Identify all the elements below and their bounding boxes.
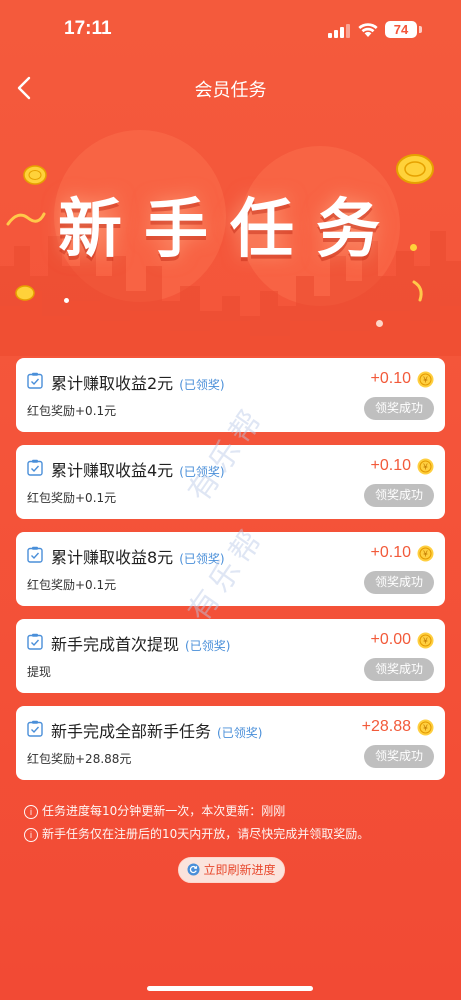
task-card: 新手完成全部新手任务 (已领奖) +28.88 ¥ 红包奖励+28.88元 领奖成… [16, 706, 445, 780]
svg-text:¥: ¥ [422, 463, 428, 472]
clipboard-check-icon [27, 633, 43, 650]
coin-icon: ¥ [417, 545, 434, 562]
info-note: i 新手任务仅在注册后的10天内开放，请尽快完成并领取奖励。 [24, 825, 369, 842]
claim-reward-button[interactable]: 领奖成功 [364, 484, 434, 507]
task-card: 新手完成首次提现 (已领奖) +0.00 ¥ 提现 领奖成功 [16, 619, 445, 693]
coin-icon: ¥ [417, 719, 434, 736]
task-title-text: 新手完成首次提现 [51, 635, 180, 654]
task-reward: +28.88 [361, 718, 411, 735]
coin-decoration-small-icon [15, 285, 35, 301]
banner-title: 新手任务 [58, 193, 402, 267]
task-status: (已领奖) [185, 639, 231, 653]
clipboard-check-icon [27, 459, 43, 476]
task-status: (已领奖) [217, 726, 263, 740]
task-description: 红包奖励+0.1元 [27, 404, 117, 418]
svg-text:¥: ¥ [422, 724, 428, 733]
claim-reward-button[interactable]: 领奖成功 [364, 658, 434, 681]
clipboard-check-icon [27, 720, 43, 737]
task-title: 新手完成首次提现 (已领奖) [51, 631, 230, 655]
task-description: 提现 [27, 665, 52, 679]
coin-icon: ¥ [417, 458, 434, 475]
claim-reward-button[interactable]: 领奖成功 [364, 397, 434, 420]
sparkle-dot [64, 298, 69, 303]
page-title: 会员任务 [194, 80, 267, 101]
coin-icon: ¥ [417, 371, 434, 388]
info-note: i 任务进度每10分钟更新一次，本次更新：刚刚 [24, 802, 285, 819]
task-reward: +0.10 [370, 370, 411, 387]
task-title: 新手完成全部新手任务 (已领奖) [51, 718, 262, 742]
svg-text:¥: ¥ [422, 637, 428, 646]
sparkle-dot [376, 320, 383, 327]
svg-text:¥: ¥ [422, 376, 428, 385]
task-title-text: 累计赚取收益8元 [51, 548, 174, 567]
refresh-progress-button[interactable]: 立即刷新进度 [178, 857, 285, 883]
task-title-text: 新手完成全部新手任务 [51, 722, 212, 741]
battery-indicator: 74 [385, 21, 417, 38]
task-reward: +0.10 [370, 544, 411, 561]
home-indicator [147, 986, 313, 991]
task-description: 红包奖励+0.1元 [27, 578, 117, 592]
task-description: 红包奖励+28.88元 [27, 752, 132, 766]
clipboard-check-icon [27, 372, 43, 389]
claim-reward-button[interactable]: 领奖成功 [364, 745, 434, 768]
refresh-icon [187, 863, 200, 876]
banner: 新手任务 [0, 116, 461, 356]
task-title-text: 累计赚取收益4元 [51, 461, 174, 480]
task-description: 红包奖励+0.1元 [27, 491, 117, 505]
task-reward: +0.00 [370, 631, 411, 648]
svg-text:¥: ¥ [422, 550, 428, 559]
info-icon: i [24, 804, 38, 819]
info-note-text: 任务进度每10分钟更新一次，本次更新：刚刚 [42, 804, 286, 818]
info-icon: i [24, 827, 38, 842]
claim-reward-button[interactable]: 领奖成功 [364, 571, 434, 594]
task-title: 累计赚取收益2元 (已领奖) [51, 370, 225, 394]
task-status: (已领奖) [179, 378, 225, 392]
clipboard-check-icon [27, 546, 43, 563]
wifi-icon [358, 23, 378, 37]
cellular-signal-icon [328, 24, 350, 38]
task-title-text: 累计赚取收益2元 [51, 374, 174, 393]
task-title: 累计赚取收益8元 (已领奖) [51, 544, 225, 568]
status-time: 17:11 [64, 18, 112, 39]
battery-tip [419, 26, 422, 33]
task-reward: +0.10 [370, 457, 411, 474]
nav-bar: 会员任务 [0, 60, 461, 116]
info-note-text: 新手任务仅在注册后的10天内开放，请尽快完成并领取奖励。 [42, 827, 370, 841]
coin-icon: ¥ [417, 632, 434, 649]
refresh-label: 立即刷新进度 [203, 863, 276, 877]
status-bar: 17:11 74 [0, 0, 461, 60]
ribbon-decoration-right-icon [412, 280, 423, 302]
